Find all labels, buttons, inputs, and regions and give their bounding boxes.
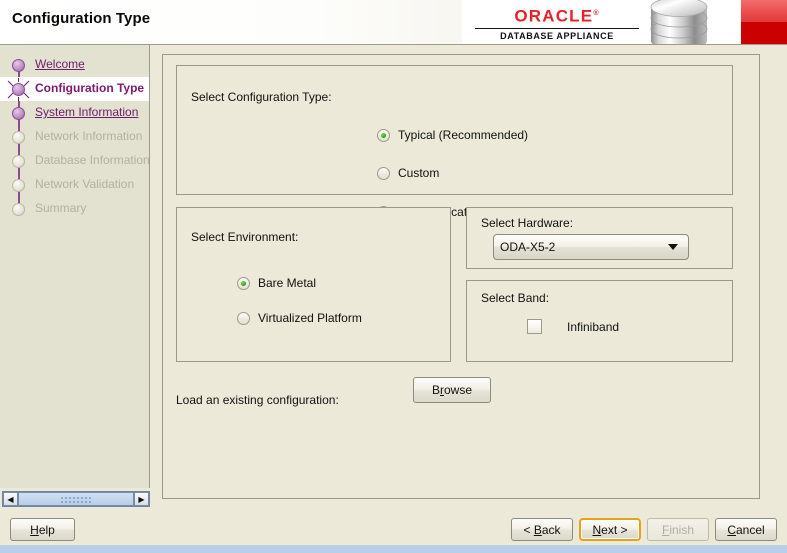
main-content: Select Configuration Type: Typical (Reco… [151,45,787,510]
wizard-steps-sidebar: Welcome Configuration Type System Inform… [0,45,150,488]
cancel-button[interactable]: Cancel [715,518,777,541]
oracle-wordmark: ORACLE® [472,4,642,27]
sidebar-item-network-information: Network Information [0,125,149,149]
radio-custom[interactable]: Custom [377,166,439,180]
chevron-down-icon[interactable] [668,244,678,250]
logo-divider [475,27,639,29]
back-button-label: < Back [523,522,561,537]
step-list: Welcome Configuration Type System Inform… [0,53,150,221]
sidebar-item-database-information: Database Information [0,149,150,173]
step-bullet-icon [12,203,25,216]
help-button[interactable]: Help [10,518,75,541]
sidebar-item-label: System Information [35,105,139,119]
wizard-window: Configuration Type ORACLE® DATABASE APPL… [0,0,787,545]
radio-typical-label: Typical (Recommended) [398,128,529,142]
sidebar-item-configuration-type[interactable]: Configuration Type [0,77,149,101]
step-bullet-icon [12,179,25,192]
scroll-left-arrow-icon[interactable]: ◀ [3,492,18,506]
window-header: Configuration Type ORACLE® DATABASE APPL… [0,0,787,45]
wizard-navigation-buttons: < Back Next > Finish Cancel [511,518,777,541]
sidebar-item-network-validation: Network Validation [0,173,149,197]
step-bullet-icon [12,131,25,144]
radio-typical[interactable]: Typical (Recommended) [377,128,528,142]
radio-typical-icon[interactable] [377,128,390,142]
radio-custom-icon[interactable] [377,166,390,180]
step-bullet-icon [12,107,25,120]
scrollbar-thumb[interactable] [18,492,134,506]
sidebar-horizontal-scrollbar[interactable]: ◀ ▶ [2,491,150,507]
finish-button-label: Finish [661,522,695,537]
desktop-strip [0,545,787,553]
next-button[interactable]: Next > [579,518,641,541]
cancel-button-label: Cancel [727,522,765,537]
configuration-type-label: Select Configuration Type: [191,90,332,104]
checkbox-infiniband[interactable]: Infiniband [527,319,619,334]
sidebar-item-system-information[interactable]: System Information [0,101,149,125]
environment-group: Select Environment: Bare Metal Virtualiz… [176,207,451,362]
configuration-type-group: Select Configuration Type: Typical (Reco… [176,65,733,219]
load-configuration-label: Load an existing configuration: [176,393,339,407]
radio-bare-metal[interactable]: Bare Metal [237,276,316,290]
sidebar-item-label: Network Information [35,129,143,143]
sidebar-item-summary: Summary [0,197,149,221]
sidebar-item-label: Summary [35,201,87,215]
brand-accent-top [741,0,787,22]
step-bullet-icon [12,155,25,168]
scroll-right-arrow-icon[interactable]: ▶ [134,492,149,506]
content-panel: Select Configuration Type: Typical (Reco… [162,54,760,499]
radio-virtualized-platform[interactable]: Virtualized Platform [237,311,362,325]
hardware-group: Select Hardware: ODA-X5-2 [466,207,733,269]
sidebar-item-label: Configuration Type [35,81,145,95]
back-button[interactable]: < Back [511,518,573,541]
oracle-logo: ORACLE® DATABASE APPLIANCE [472,4,642,42]
sidebar-item-label: Database Information [35,153,150,167]
brand-plate: ORACLE® DATABASE APPLIANCE [462,0,787,44]
checkbox-infiniband-label: Infiniband [567,319,620,334]
browse-button-label: Browse [431,383,473,397]
current-step-burst-icon [6,78,31,101]
oracle-wordmark-text: ORACLE [514,6,594,26]
hardware-select[interactable]: ODA-X5-2 [493,234,689,260]
radio-virtualized-platform-icon[interactable] [237,311,250,325]
radio-custom-label: Custom [398,166,440,180]
product-name: DATABASE APPLIANCE [500,30,614,41]
band-label: Select Band: [481,291,550,305]
environment-label: Select Environment: [191,230,299,244]
brand-accent-bottom [741,22,787,44]
trademark-icon: ® [593,10,600,17]
sidebar-item-label: Welcome [35,57,85,71]
sidebar-item-welcome[interactable]: Welcome [0,53,149,77]
hardware-select-value: ODA-X5-2 [500,240,556,254]
scrollbar-grip-icon [60,496,92,504]
radio-bare-metal-icon[interactable] [237,276,250,290]
hardware-label: Select Hardware: [481,216,574,230]
finish-button: Finish [647,518,709,541]
database-stack-icon [645,0,719,44]
checkbox-infiniband-icon[interactable] [527,319,542,334]
scrollbar-track[interactable] [18,492,134,506]
footer-bar: Help < Back Next > Finish Cancel [0,510,787,545]
sidebar-item-label: Network Validation [35,177,135,191]
next-button-label: Next > [592,522,628,537]
radio-virtualized-platform-label: Virtualized Platform [258,311,362,325]
radio-bare-metal-label: Bare Metal [258,276,317,290]
step-bullet-icon [12,59,25,72]
browse-button[interactable]: Browse [413,377,491,403]
help-button-label: Help [30,522,55,537]
page-title: Configuration Type [12,10,151,27]
band-group: Select Band: Infiniband [466,280,733,362]
